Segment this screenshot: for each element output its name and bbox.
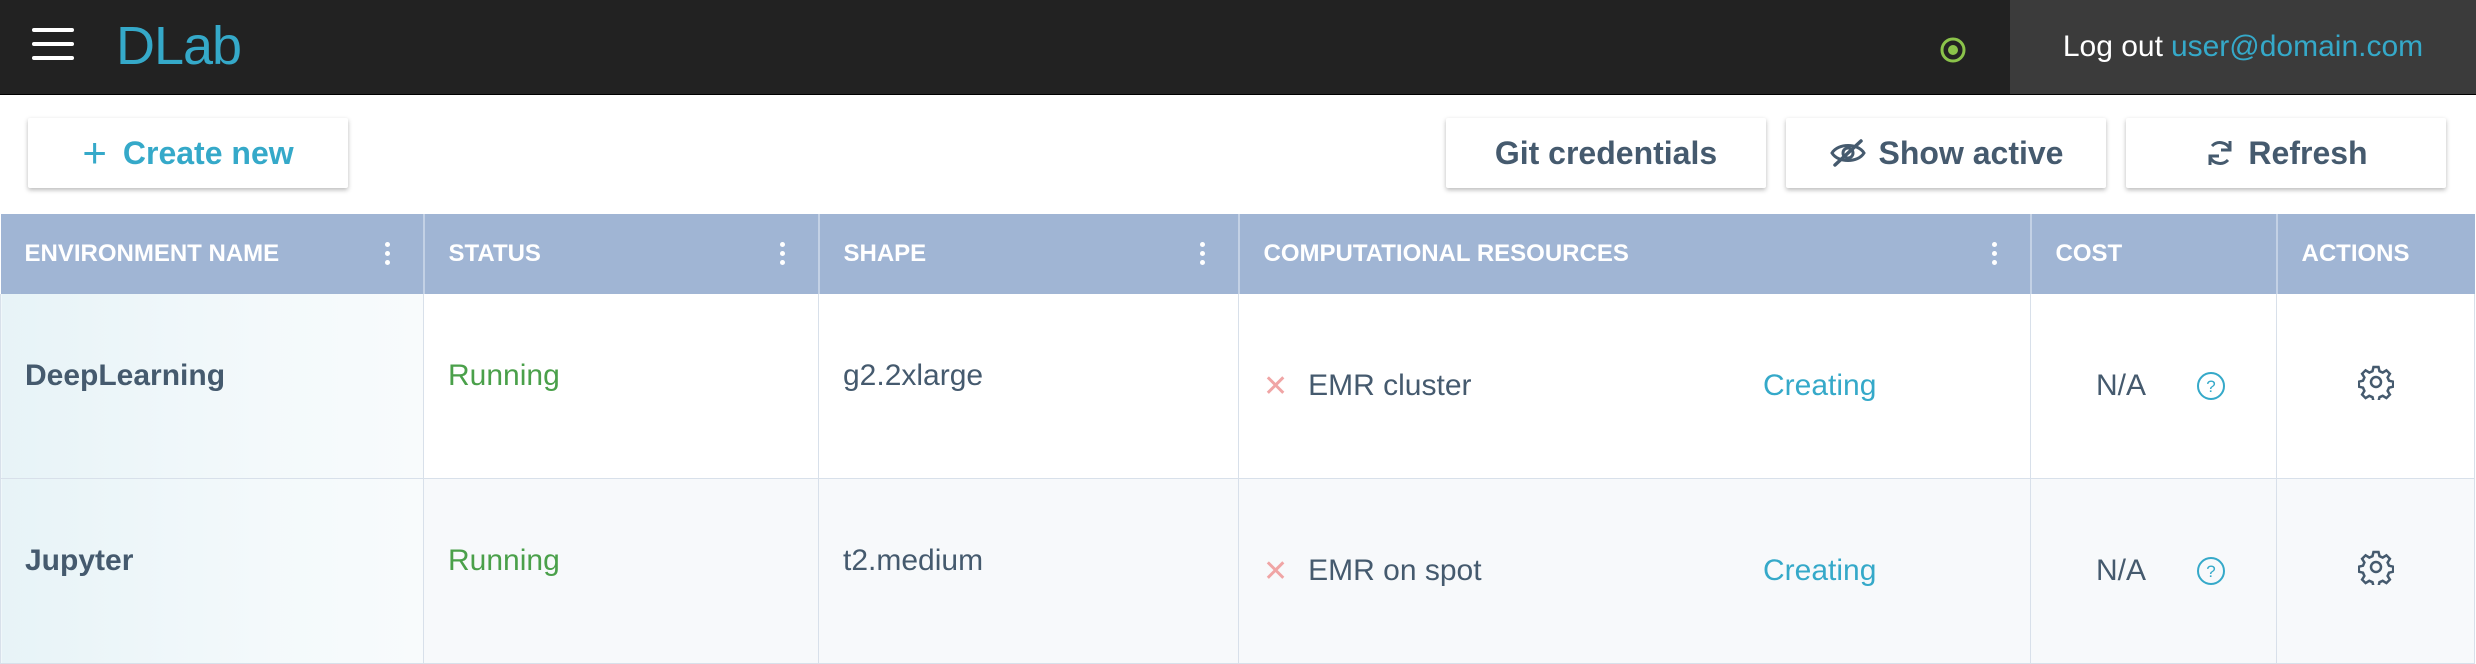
environment-name: DeepLearning bbox=[0, 294, 424, 479]
create-new-button[interactable]: + Create new bbox=[28, 118, 348, 188]
resource-status: Creating bbox=[1763, 369, 1877, 402]
table-row: DeepLearning Running g2.2xlarge ✕ EMR cl… bbox=[0, 294, 2475, 479]
refresh-icon bbox=[2204, 136, 2236, 170]
gear-icon[interactable] bbox=[2357, 364, 2394, 403]
show-active-label: Show active bbox=[1878, 134, 2064, 171]
environment-status: Running bbox=[423, 478, 819, 664]
resource-status: Creating bbox=[1763, 554, 1877, 587]
column-label: COST bbox=[2055, 240, 2123, 267]
column-header-actions: ACTIONS bbox=[2276, 214, 2475, 294]
environment-name: Jupyter bbox=[0, 478, 424, 664]
show-active-button[interactable]: Show active bbox=[1786, 118, 2106, 188]
column-label: SHAPE bbox=[843, 240, 927, 267]
health-status-icon[interactable] bbox=[1938, 35, 1968, 65]
remove-resource-icon[interactable]: ✕ bbox=[1263, 554, 1288, 589]
actions-cell bbox=[2276, 294, 2475, 479]
computational-resource-cell: ✕ EMR cluster Creating bbox=[1238, 294, 2031, 479]
computational-resource-cell: ✕ EMR on spot Creating bbox=[1238, 478, 2031, 664]
plus-icon: + bbox=[82, 129, 107, 176]
column-label: ACTIONS bbox=[2301, 240, 2410, 267]
cost-cell: N/A ? bbox=[2030, 294, 2277, 479]
resource-name[interactable]: EMR cluster bbox=[1308, 369, 1471, 403]
environment-shape: g2.2xlarge bbox=[818, 294, 1239, 479]
environment-shape: t2.medium bbox=[818, 478, 1239, 664]
column-label: COMPUTATIONAL RESOURCES bbox=[1263, 240, 1629, 267]
svg-text:?: ? bbox=[2206, 377, 2215, 396]
help-icon[interactable]: ? bbox=[2196, 556, 2226, 586]
column-menu-icon[interactable] bbox=[1991, 242, 1998, 266]
top-bar: DLab Log out user@domain.com bbox=[0, 0, 2476, 95]
cost-value: N/A bbox=[2095, 554, 2146, 587]
cost-cell: N/A ? bbox=[2030, 478, 2277, 664]
logout-label: Log out bbox=[2062, 30, 2163, 63]
actions-cell bbox=[2276, 478, 2475, 664]
column-label: ENVIRONMENT NAME bbox=[24, 240, 280, 267]
column-header-environment-name: ENVIRONMENT NAME bbox=[0, 214, 425, 294]
refresh-label: Refresh bbox=[2248, 134, 2368, 171]
environments-table: ENVIRONMENT NAME STATUS SHAPE COMPUTATIO… bbox=[0, 214, 2475, 664]
column-header-cost: COST bbox=[2030, 214, 2278, 294]
refresh-button[interactable]: Refresh bbox=[2126, 118, 2446, 188]
gear-icon[interactable] bbox=[2357, 549, 2394, 588]
resource-name[interactable]: EMR on spot bbox=[1308, 554, 1481, 588]
cost-value: N/A bbox=[2095, 369, 2146, 402]
logout-button[interactable]: Log out user@domain.com bbox=[2010, 0, 2476, 94]
user-email: user@domain.com bbox=[2170, 30, 2424, 63]
eye-slash-icon bbox=[1829, 138, 1867, 168]
remove-resource-icon[interactable]: ✕ bbox=[1263, 369, 1288, 404]
git-credentials-button[interactable]: Git credentials bbox=[1446, 118, 1766, 188]
svg-text:?: ? bbox=[2206, 562, 2215, 581]
column-label: STATUS bbox=[448, 240, 541, 267]
column-header-shape: SHAPE bbox=[818, 214, 1240, 294]
column-menu-icon[interactable] bbox=[1199, 242, 1206, 266]
column-header-computational-resources: COMPUTATIONAL RESOURCES bbox=[1238, 214, 2032, 294]
column-menu-icon[interactable] bbox=[779, 242, 786, 266]
app-logo: DLab bbox=[116, 16, 242, 76]
column-header-status: STATUS bbox=[423, 214, 820, 294]
help-icon[interactable]: ? bbox=[2196, 371, 2226, 401]
environment-status: Running bbox=[423, 294, 819, 479]
table-header-row: ENVIRONMENT NAME STATUS SHAPE COMPUTATIO… bbox=[0, 214, 2475, 294]
create-new-label: Create new bbox=[122, 134, 294, 171]
menu-icon[interactable] bbox=[32, 28, 74, 62]
git-credentials-label: Git credentials bbox=[1494, 134, 1718, 171]
table-row: Jupyter Running t2.medium ✕ EMR on spot … bbox=[0, 478, 2475, 664]
column-menu-icon[interactable] bbox=[384, 242, 391, 266]
